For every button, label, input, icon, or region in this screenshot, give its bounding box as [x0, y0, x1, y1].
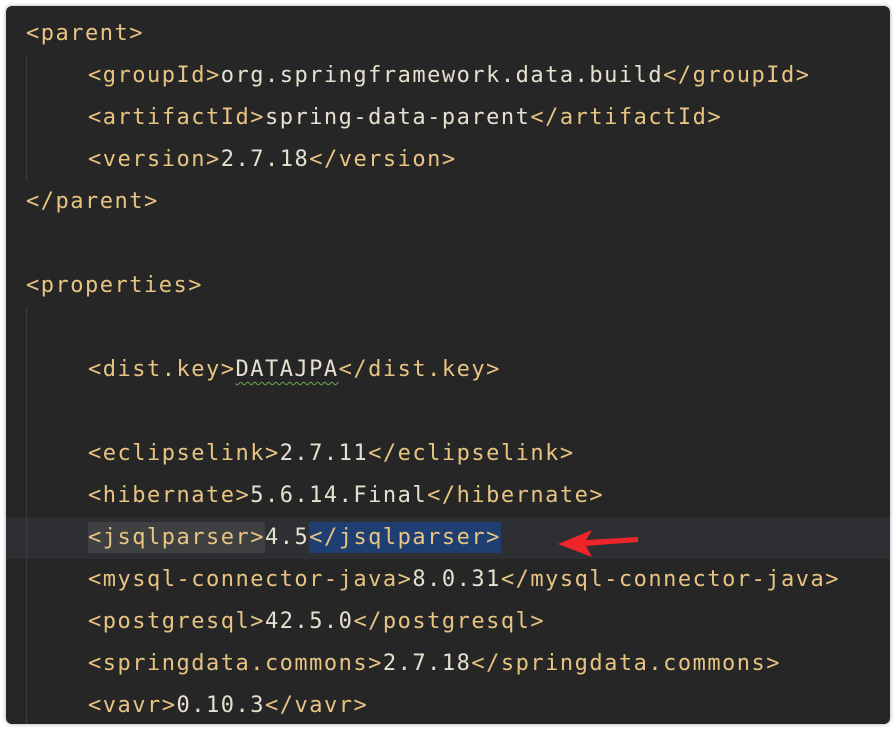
code-line[interactable]: <postgresql>42.5.0</postgresql>: [26, 601, 890, 643]
code-line[interactable]: <eclipselink>2.7.11</eclipselink>: [26, 433, 890, 475]
code-line-empty[interactable]: [26, 223, 890, 265]
code-line[interactable]: <springdata.commons>2.7.18</springdata.c…: [26, 643, 890, 685]
selected-closing-tag[interactable]: </jsqlparser>: [309, 522, 501, 553]
code-line[interactable]: <properties>: [26, 265, 890, 307]
code-line-current[interactable]: <jsqlparser>4.5</jsqlparser>: [6, 517, 890, 559]
code-line[interactable]: </parent>: [26, 181, 890, 223]
code-line[interactable]: <dist.key>DATAJPA</dist.key>: [26, 349, 890, 391]
code-area[interactable]: <parent> <groupId>org.springframework.da…: [6, 13, 890, 724]
indent-guide: [26, 55, 27, 181]
code-editor[interactable]: <parent> <groupId>org.springframework.da…: [6, 6, 890, 724]
code-line[interactable]: <groupId>org.springframework.data.build<…: [26, 55, 890, 97]
code-line[interactable]: <mysql-connector-java>8.0.31</mysql-conn…: [26, 559, 890, 601]
indent-guide: [26, 307, 27, 724]
code-line[interactable]: <parent>: [26, 13, 890, 55]
code-line-empty[interactable]: [26, 307, 890, 349]
code-line-empty[interactable]: [26, 391, 890, 433]
spellcheck-word: DATAJPA: [235, 357, 339, 382]
code-line[interactable]: <artifactId>spring-data-parent</artifact…: [26, 97, 890, 139]
red-arrow-icon: [558, 530, 638, 557]
code-line[interactable]: <version>2.7.18</version>: [26, 139, 890, 181]
matching-tag-highlight: <jsqlparser>: [88, 522, 265, 553]
code-line[interactable]: <vavr>0.10.3</vavr>: [26, 685, 890, 724]
code-line[interactable]: <hibernate>5.6.14.Final</hibernate>: [26, 475, 890, 517]
